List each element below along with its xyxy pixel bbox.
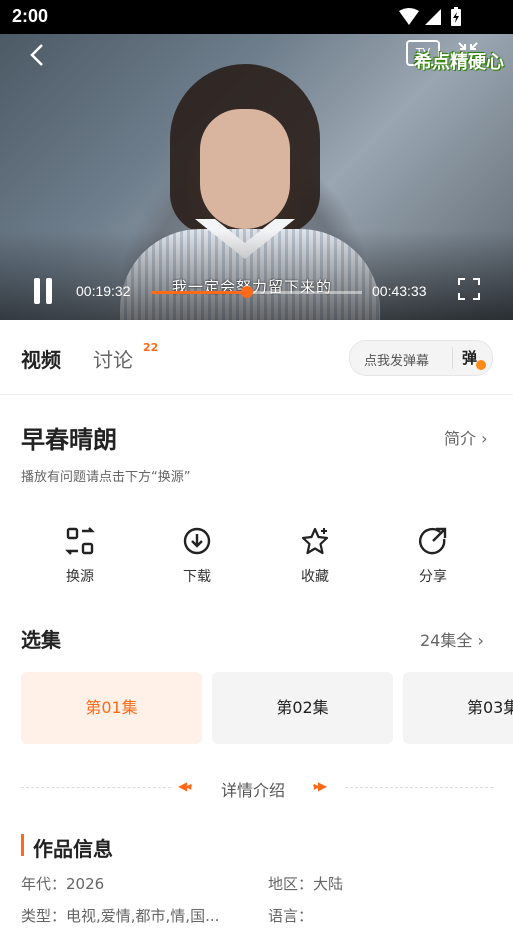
episodes-title: 选集 (21, 628, 61, 652)
switch-source-icon (40, 526, 120, 558)
status-time: 2:00 (12, 6, 49, 26)
status-icons (397, 7, 477, 31)
video-frame (200, 109, 290, 229)
arrow-right-icon: ·▸▶ (312, 779, 327, 793)
show-title: 早春晴朗 (21, 426, 117, 454)
favorite-button[interactable]: 收藏 (275, 526, 355, 586)
favorite-label: 收藏 (301, 569, 329, 585)
episode-item-01[interactable]: 第01集 (21, 672, 202, 744)
back-icon[interactable] (28, 42, 48, 75)
pause-button[interactable] (32, 278, 54, 304)
danmu-placeholder: 点我发弹幕 (364, 354, 430, 369)
video-player[interactable]: TV 希点精硬心 我一定会努力留下来的 00:19:32 00:43:33 (0, 34, 513, 320)
episode-item-03[interactable]: 第03集 (403, 672, 513, 744)
danmu-check-icon (476, 360, 486, 370)
download-button[interactable]: 下载 (157, 526, 237, 586)
progress-fill (152, 291, 247, 294)
meta-genre: 类型：电视,爱情,都市,情,国... (21, 907, 220, 925)
section-marker (21, 834, 24, 856)
info-title: 作品信息 (33, 837, 113, 861)
playback-hint: 播放有问题请点击下方“换源” (21, 470, 191, 485)
details-title: 详情介绍 (221, 781, 286, 800)
fullscreen-icon[interactable] (458, 278, 480, 300)
download-icon (157, 526, 237, 558)
arrow-left-icon: ◀◂· (178, 779, 193, 793)
meta-year: 年代：2026 (21, 875, 105, 893)
episodes-count-link[interactable]: 24集全 › (420, 627, 484, 651)
current-time: 00:19:32 (76, 283, 131, 299)
danmu-input[interactable]: 点我发弹幕 弹 (349, 340, 493, 376)
tab-discuss[interactable]: 讨论 (93, 344, 133, 373)
duration: 00:43:33 (372, 283, 427, 299)
discuss-count-badge: 22 (143, 341, 159, 354)
wifi-icon (399, 8, 419, 25)
danmu-comment: 希点精硬心 (414, 52, 504, 73)
divider (0, 394, 513, 395)
progress-knob[interactable] (240, 286, 253, 298)
divider (21, 787, 171, 789)
meta-region: 地区：大陆 (268, 875, 344, 893)
divider (345, 787, 493, 789)
signal-icon (425, 9, 441, 25)
share-label: 分享 (419, 569, 447, 585)
switch-source-button[interactable]: 换源 (40, 526, 120, 586)
meta-language: 语言： (268, 907, 314, 925)
download-label: 下载 (183, 569, 211, 585)
episode-item-02[interactable]: 第02集 (212, 672, 393, 744)
progress-bar[interactable] (152, 286, 362, 298)
intro-link[interactable]: 简介 › (444, 425, 488, 449)
star-icon (275, 526, 355, 558)
switch-source-label: 换源 (66, 569, 94, 585)
tab-video[interactable]: 视频 (21, 344, 61, 373)
danmu-toggle-button[interactable]: 弹 (462, 347, 477, 368)
share-icon (393, 526, 473, 558)
share-button[interactable]: 分享 (393, 526, 473, 586)
status-bar: 2:00 (0, 0, 513, 34)
